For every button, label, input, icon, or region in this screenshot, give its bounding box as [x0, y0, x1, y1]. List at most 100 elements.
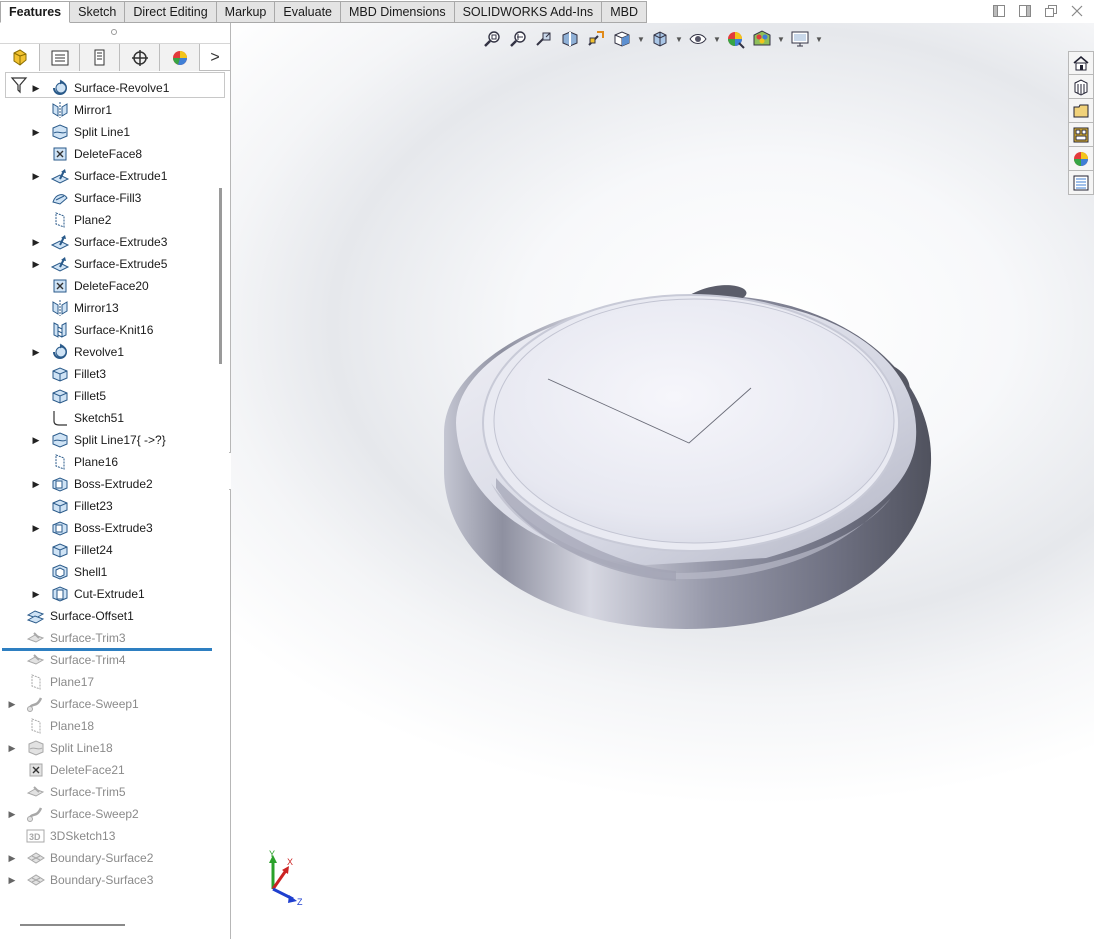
tree-item[interactable]: ▶ Split Line18	[0, 737, 212, 759]
maximize-icon[interactable]	[1042, 4, 1060, 20]
expand-arrow-icon[interactable]: ▶	[31, 589, 41, 600]
tree-item[interactable]: Plane18	[0, 715, 212, 737]
design-library-icon[interactable]	[1068, 75, 1094, 99]
expand-arrow-icon[interactable]: ▶	[31, 435, 41, 446]
tab-evaluate[interactable]: Evaluate	[275, 1, 342, 23]
dropdown-arrow-icon[interactable]: ▼	[815, 35, 823, 44]
tree-horizontal-scrollbar[interactable]	[20, 924, 125, 926]
feature-manager-icon[interactable]	[0, 44, 40, 71]
expand-arrow-icon[interactable]: ▶	[31, 479, 41, 490]
dropdown-arrow-icon[interactable]: ▼	[777, 35, 785, 44]
tree-item[interactable]: Plane17	[0, 671, 212, 693]
tree-item-label: Boss-Extrude3	[74, 521, 153, 535]
tree-item[interactable]: DeleteFace20	[0, 275, 212, 297]
tree-item[interactable]: Sketch51	[0, 407, 212, 429]
tree-item[interactable]: Surface-Offset1	[0, 605, 212, 627]
previous-view-icon[interactable]	[533, 28, 555, 50]
tree-item[interactable]: Fillet3	[0, 363, 212, 385]
tree-item-label: Surface-Trim5	[50, 785, 126, 799]
view-palette-icon[interactable]	[1068, 123, 1094, 147]
configuration-manager-icon[interactable]	[80, 44, 120, 71]
tree-item[interactable]: Shell1	[0, 561, 212, 583]
tree-item[interactable]: Plane16	[0, 451, 212, 473]
tab-mbd-dimensions[interactable]: MBD Dimensions	[341, 1, 455, 23]
expand-arrow-icon[interactable]: ▶	[31, 259, 41, 270]
dimxpert-manager-icon[interactable]	[120, 44, 160, 71]
dropdown-arrow-icon[interactable]: ▼	[713, 35, 721, 44]
3d-model[interactable]	[436, 273, 936, 643]
tab-mbd[interactable]: MBD	[602, 1, 647, 23]
tree-item[interactable]: Surface-Trim3	[0, 627, 212, 649]
tree-item[interactable]: ▶ Surface-Sweep1	[0, 693, 212, 715]
tree-item[interactable]: ▶ Surface-Extrude1	[0, 165, 212, 187]
appearances-icon[interactable]	[1068, 147, 1094, 171]
tree-item[interactable]: Surface-Fill3	[0, 187, 212, 209]
close-icon[interactable]	[1068, 4, 1086, 20]
panel-grip[interactable]	[0, 23, 230, 44]
tree-item[interactable]: ▶ Surface-Sweep2	[0, 803, 212, 825]
tree-item[interactable]: Surface-Trim5	[0, 781, 212, 803]
property-manager-icon[interactable]	[40, 44, 80, 71]
tree-item[interactable]: ▶ Surface-Revolve1	[0, 77, 212, 99]
restore-left-icon[interactable]	[990, 4, 1008, 20]
hide-show-items-icon[interactable]	[687, 28, 709, 50]
tree-vertical-scrollbar[interactable]	[219, 188, 222, 364]
tree-item[interactable]: ▶ Cut-Extrude1	[0, 583, 212, 605]
tab-features[interactable]: Features	[0, 1, 71, 23]
display-style-icon[interactable]	[649, 28, 671, 50]
tree-item[interactable]: 3D 3DSketch13	[0, 825, 212, 847]
home-icon[interactable]	[1068, 51, 1094, 75]
tab-markup[interactable]: Markup	[216, 1, 276, 23]
file-explorer-icon[interactable]	[1068, 99, 1094, 123]
dropdown-arrow-icon[interactable]: ▼	[637, 35, 645, 44]
expand-arrow-icon[interactable]: ▶	[7, 743, 17, 754]
zoom-to-fit-icon[interactable]	[481, 28, 503, 50]
custom-properties-icon[interactable]	[1068, 171, 1094, 195]
tab-sketch[interactable]: Sketch	[70, 1, 126, 23]
display-manager-icon[interactable]	[160, 44, 200, 71]
apply-scene-icon[interactable]	[751, 28, 773, 50]
tree-item[interactable]: DeleteFace8	[0, 143, 212, 165]
expand-arrow-icon[interactable]: ▶	[31, 83, 41, 94]
expand-arrow-icon[interactable]: ▶	[7, 809, 17, 820]
expand-arrow-icon[interactable]: ▶	[7, 875, 17, 886]
tree-item[interactable]: ▶ Boundary-Surface2	[0, 847, 212, 869]
tree-item[interactable]: ▶ Surface-Extrude3	[0, 231, 212, 253]
tree-item[interactable]: ▶ Surface-Extrude5	[0, 253, 212, 275]
tree-item[interactable]: Plane2	[0, 209, 212, 231]
tree-item[interactable]: Surface-Trim4	[0, 649, 212, 671]
dynamic-annotation-icon[interactable]	[585, 28, 607, 50]
tree-item[interactable]: ▶ Split Line17{ ->?}	[0, 429, 212, 451]
restore-right-icon[interactable]	[1016, 4, 1034, 20]
edit-appearance-icon[interactable]	[725, 28, 747, 50]
tree-item[interactable]: Surface-Knit16	[0, 319, 212, 341]
view-orientation-icon[interactable]	[611, 28, 633, 50]
section-view-icon[interactable]	[559, 28, 581, 50]
expand-arrow-icon[interactable]: ▶	[7, 699, 17, 710]
dropdown-arrow-icon[interactable]: ▼	[675, 35, 683, 44]
expand-arrow-icon[interactable]: ▶	[31, 347, 41, 358]
expand-arrow-icon[interactable]: ▶	[31, 523, 41, 534]
expand-arrow-icon[interactable]: ▶	[7, 853, 17, 864]
tree-item[interactable]: Fillet5	[0, 385, 212, 407]
expand-arrow-icon[interactable]: ▶	[31, 237, 41, 248]
graphics-area[interactable]: ▼ ▼ ▼ ▼ ▼ Y X Z	[231, 23, 1094, 939]
tree-item[interactable]: ▶ Boss-Extrude3	[0, 517, 212, 539]
tab-solidworks-add-ins[interactable]: SOLIDWORKS Add-Ins	[454, 1, 603, 23]
tree-item[interactable]: ▶ Revolve1	[0, 341, 212, 363]
panel-more-button[interactable]: >	[200, 44, 230, 71]
expand-arrow-icon[interactable]: ▶	[31, 171, 41, 182]
tree-item[interactable]: Mirror1	[0, 99, 212, 121]
tree-item[interactable]: Fillet24	[0, 539, 212, 561]
zoom-to-area-icon[interactable]	[507, 28, 529, 50]
tree-item[interactable]: Fillet23	[0, 495, 212, 517]
tree-item[interactable]: ▶ Split Line1	[0, 121, 212, 143]
tree-item[interactable]: ▶ Boundary-Surface3	[0, 869, 212, 891]
view-settings-icon[interactable]	[789, 28, 811, 50]
rollback-bar[interactable]	[2, 648, 212, 651]
tree-item[interactable]: ▶ Boss-Extrude2	[0, 473, 212, 495]
expand-arrow-icon[interactable]: ▶	[31, 127, 41, 138]
tree-item[interactable]: DeleteFace21	[0, 759, 212, 781]
tab-direct-editing[interactable]: Direct Editing	[125, 1, 217, 23]
tree-item[interactable]: Mirror13	[0, 297, 212, 319]
